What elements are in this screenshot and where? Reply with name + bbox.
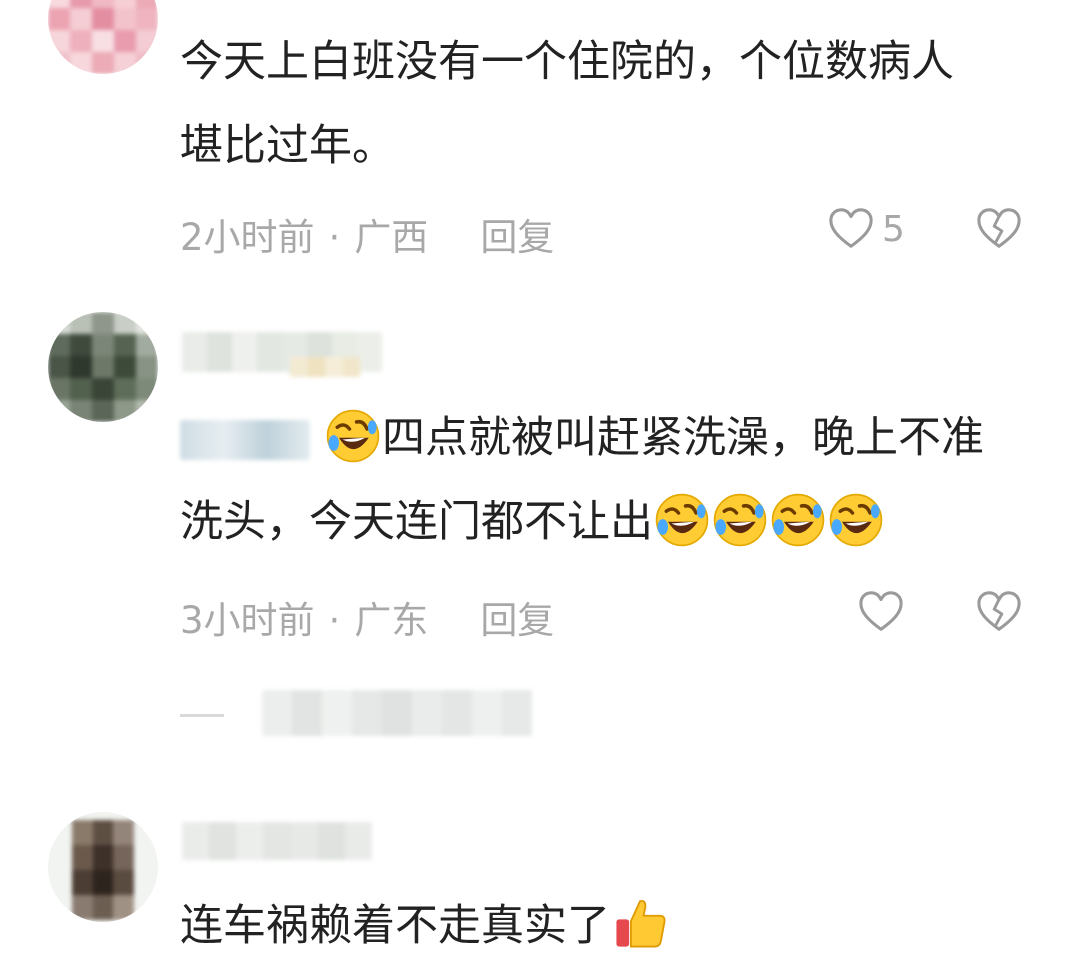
dislike-button[interactable]: [976, 590, 1022, 634]
rolling-on-floor-laughing-emoji: [828, 492, 884, 548]
rolling-on-floor-laughing-emoji: [654, 492, 710, 548]
mention-username[interactable]: [180, 420, 310, 460]
like-button[interactable]: [858, 590, 904, 634]
rolling-on-floor-laughing-emoji: [325, 408, 381, 464]
heart-outline-icon: [828, 207, 874, 251]
comment-location: 广西: [354, 216, 429, 259]
broken-heart-icon: [976, 207, 1022, 251]
avatar[interactable]: [48, 0, 158, 74]
rolling-on-floor-laughing-emoji: [712, 492, 768, 548]
reply-button[interactable]: 回复: [480, 216, 554, 259]
broken-heart-icon: [976, 590, 1022, 634]
avatar[interactable]: [48, 312, 158, 422]
thumbs-up-emoji: [611, 894, 669, 952]
heart-outline-icon: [858, 590, 904, 634]
username[interactable]: [182, 822, 372, 860]
dislike-button[interactable]: [976, 207, 1022, 251]
expand-replies-line: [180, 714, 224, 717]
user-badge: [290, 357, 360, 377]
avatar[interactable]: [48, 812, 158, 922]
expand-replies-button[interactable]: [262, 690, 532, 736]
comment-text: 连车祸赖着不走真实了: [180, 884, 670, 968]
comment-meta: 2小时前 · 广西 回复: [180, 207, 554, 261]
like-count: 5: [882, 208, 905, 250]
reply-button[interactable]: 回复: [480, 599, 554, 642]
comment-time: 2小时前: [180, 216, 315, 259]
meta-separator: ·: [328, 216, 341, 259]
comment-text: 今天上白班没有一个住院的，个位数病人 堪比过年。: [180, 37, 954, 171]
comment-location: 广东: [354, 599, 429, 642]
comment-meta: 3小时前 · 广东 回复: [180, 590, 554, 644]
comment-time: 3小时前: [180, 599, 315, 642]
comment-text: 四点就被叫赶紧洗澡，晚上不准 洗头，今天连门都不让出: [180, 396, 984, 564]
meta-separator: ·: [328, 599, 341, 642]
rolling-on-floor-laughing-emoji: [770, 492, 826, 548]
like-button[interactable]: 5: [828, 207, 905, 251]
